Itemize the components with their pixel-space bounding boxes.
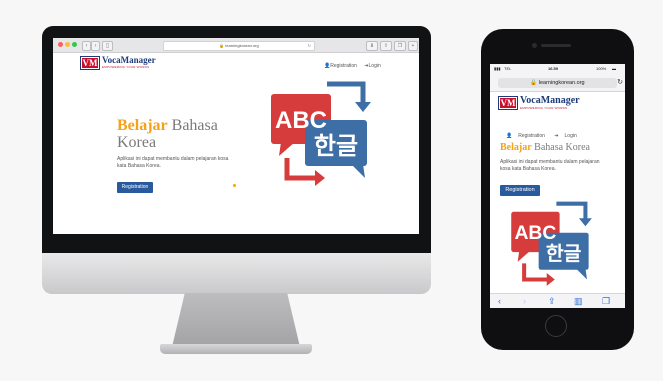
bookmarks-icon[interactable]: ▥ (574, 296, 583, 307)
share-icon[interactable]: ⇪ (548, 296, 556, 307)
registration-link[interactable]: 👤Registration (324, 63, 357, 69)
abc-hangul-graphic: ABC 한글 (271, 81, 371, 186)
forward-button[interactable]: › (91, 41, 100, 51)
login-icon: ➔ (554, 133, 559, 139)
login-link[interactable]: ➔Login (548, 133, 576, 139)
login-link[interactable]: ➔Login (364, 63, 380, 69)
registration-button[interactable]: Registration (117, 182, 153, 193)
device-mockup-scene: ‹ › ▯ 🔒 learningkorean.org ↻ ⬇ ⇪ ❐ + VM … (0, 0, 663, 381)
hero-description: Aplikasi ini dapat membantu dalam pelaja… (117, 156, 229, 169)
forward-icon[interactable]: › (523, 296, 526, 306)
blue-arrow (556, 201, 588, 220)
phone-url: learningkorean.org (538, 80, 585, 86)
hero-title: Belajar Bahasa Korea (117, 117, 218, 151)
share-icon[interactable]: ⇪ (380, 41, 392, 51)
clock: 16.59 (548, 66, 559, 71)
site-header: VM VocaManager EMPOWERING YOUR WORDS 👤Re… (53, 52, 419, 78)
carrier: TEL (504, 66, 512, 71)
home-button[interactable] (545, 315, 567, 337)
site-logo[interactable]: VM VocaManager EMPOWERING YOUR WORDS (498, 96, 580, 110)
hero-description: Aplikasi ini dapat membantu dalam pelaja… (500, 159, 600, 172)
tabs-icon[interactable]: ❐ (394, 41, 406, 51)
hero-title: Belajar Bahasa Korea (500, 142, 590, 153)
header-nav: 👤Registration ➔Login (318, 63, 381, 69)
hangul-text: 한글 (314, 132, 358, 160)
tabs-icon[interactable]: ❐ (602, 296, 610, 307)
user-icon: 👤 (506, 133, 513, 139)
sidebar-icon[interactable]: ▯ (102, 41, 113, 51)
monitor-chin (42, 253, 431, 294)
logo-name: VocaManager (520, 95, 580, 106)
lock-icon: 🔒 (530, 80, 538, 86)
blue-arrow (327, 81, 366, 104)
logo-mark: VM (80, 56, 100, 70)
address-bar[interactable]: 🔒 learningkorean.org ↻ (163, 41, 315, 51)
back-icon[interactable]: ‹ (498, 296, 501, 306)
front-camera (532, 43, 537, 48)
latin-text: ABC (514, 222, 556, 244)
header-nav: 👤Registration ➔Login (500, 133, 577, 139)
logo-mark: VM (498, 96, 518, 110)
reload-icon[interactable]: ↻ (308, 42, 311, 50)
phone-address-bar: 🔒 learningkorean.org ↻ (490, 73, 625, 92)
add-tab-icon[interactable]: + (408, 41, 418, 51)
hangul-text: 한글 (546, 242, 582, 265)
desktop-browser-window: ‹ › ▯ 🔒 learningkorean.org ↻ ⬇ ⇪ ❐ + VM … (53, 38, 419, 234)
reload-icon[interactable]: ↻ (617, 78, 623, 86)
browser-toolbar: ‹ › ▯ 🔒 learningkorean.org ↻ ⬇ ⇪ ❐ + (53, 38, 419, 53)
battery-percent: 100% (596, 66, 607, 71)
battery-icon: ▬ (612, 66, 616, 71)
phone-browser-toolbar: ‹ › ⇪ ▥ ❐ (490, 293, 625, 308)
address-bar-url: learningkorean.org (225, 43, 259, 48)
carousel-indicator[interactable] (233, 184, 236, 187)
back-button[interactable]: ‹ (82, 41, 91, 51)
monitor-stand-foot (160, 344, 312, 354)
phone-browser-window: ▮▮▮ TEL 16.59 100% ▬ 🔒 learningkorean.or… (490, 64, 625, 308)
close-window-dot[interactable] (58, 42, 63, 47)
registration-button[interactable]: Registration (500, 185, 540, 196)
latin-text: ABC (275, 107, 327, 134)
logo-name: VocaManager (102, 55, 156, 65)
download-icon[interactable]: ⬇ (366, 41, 378, 51)
lock-icon: 🔒 (219, 43, 225, 48)
site-logo[interactable]: VM VocaManager EMPOWERING YOUR WORDS (80, 56, 156, 70)
logo-tagline: EMPOWERING YOUR WORDS (102, 65, 150, 69)
logo-tagline: EMPOWERING YOUR WORDS (520, 106, 568, 110)
minimize-window-dot[interactable] (65, 42, 70, 47)
abc-hangul-graphic: ABC 한글 (511, 201, 592, 286)
phone-url-field[interactable]: 🔒 learningkorean.org (498, 78, 617, 88)
phone-status-bar: ▮▮▮ TEL 16.59 100% ▬ (490, 64, 625, 73)
maximize-window-dot[interactable] (72, 42, 77, 47)
monitor-stand-neck (172, 293, 300, 347)
registration-link[interactable]: 👤Registration (500, 133, 545, 139)
phone-speaker (541, 44, 571, 47)
signal-icon: ▮▮▮ (494, 66, 501, 71)
